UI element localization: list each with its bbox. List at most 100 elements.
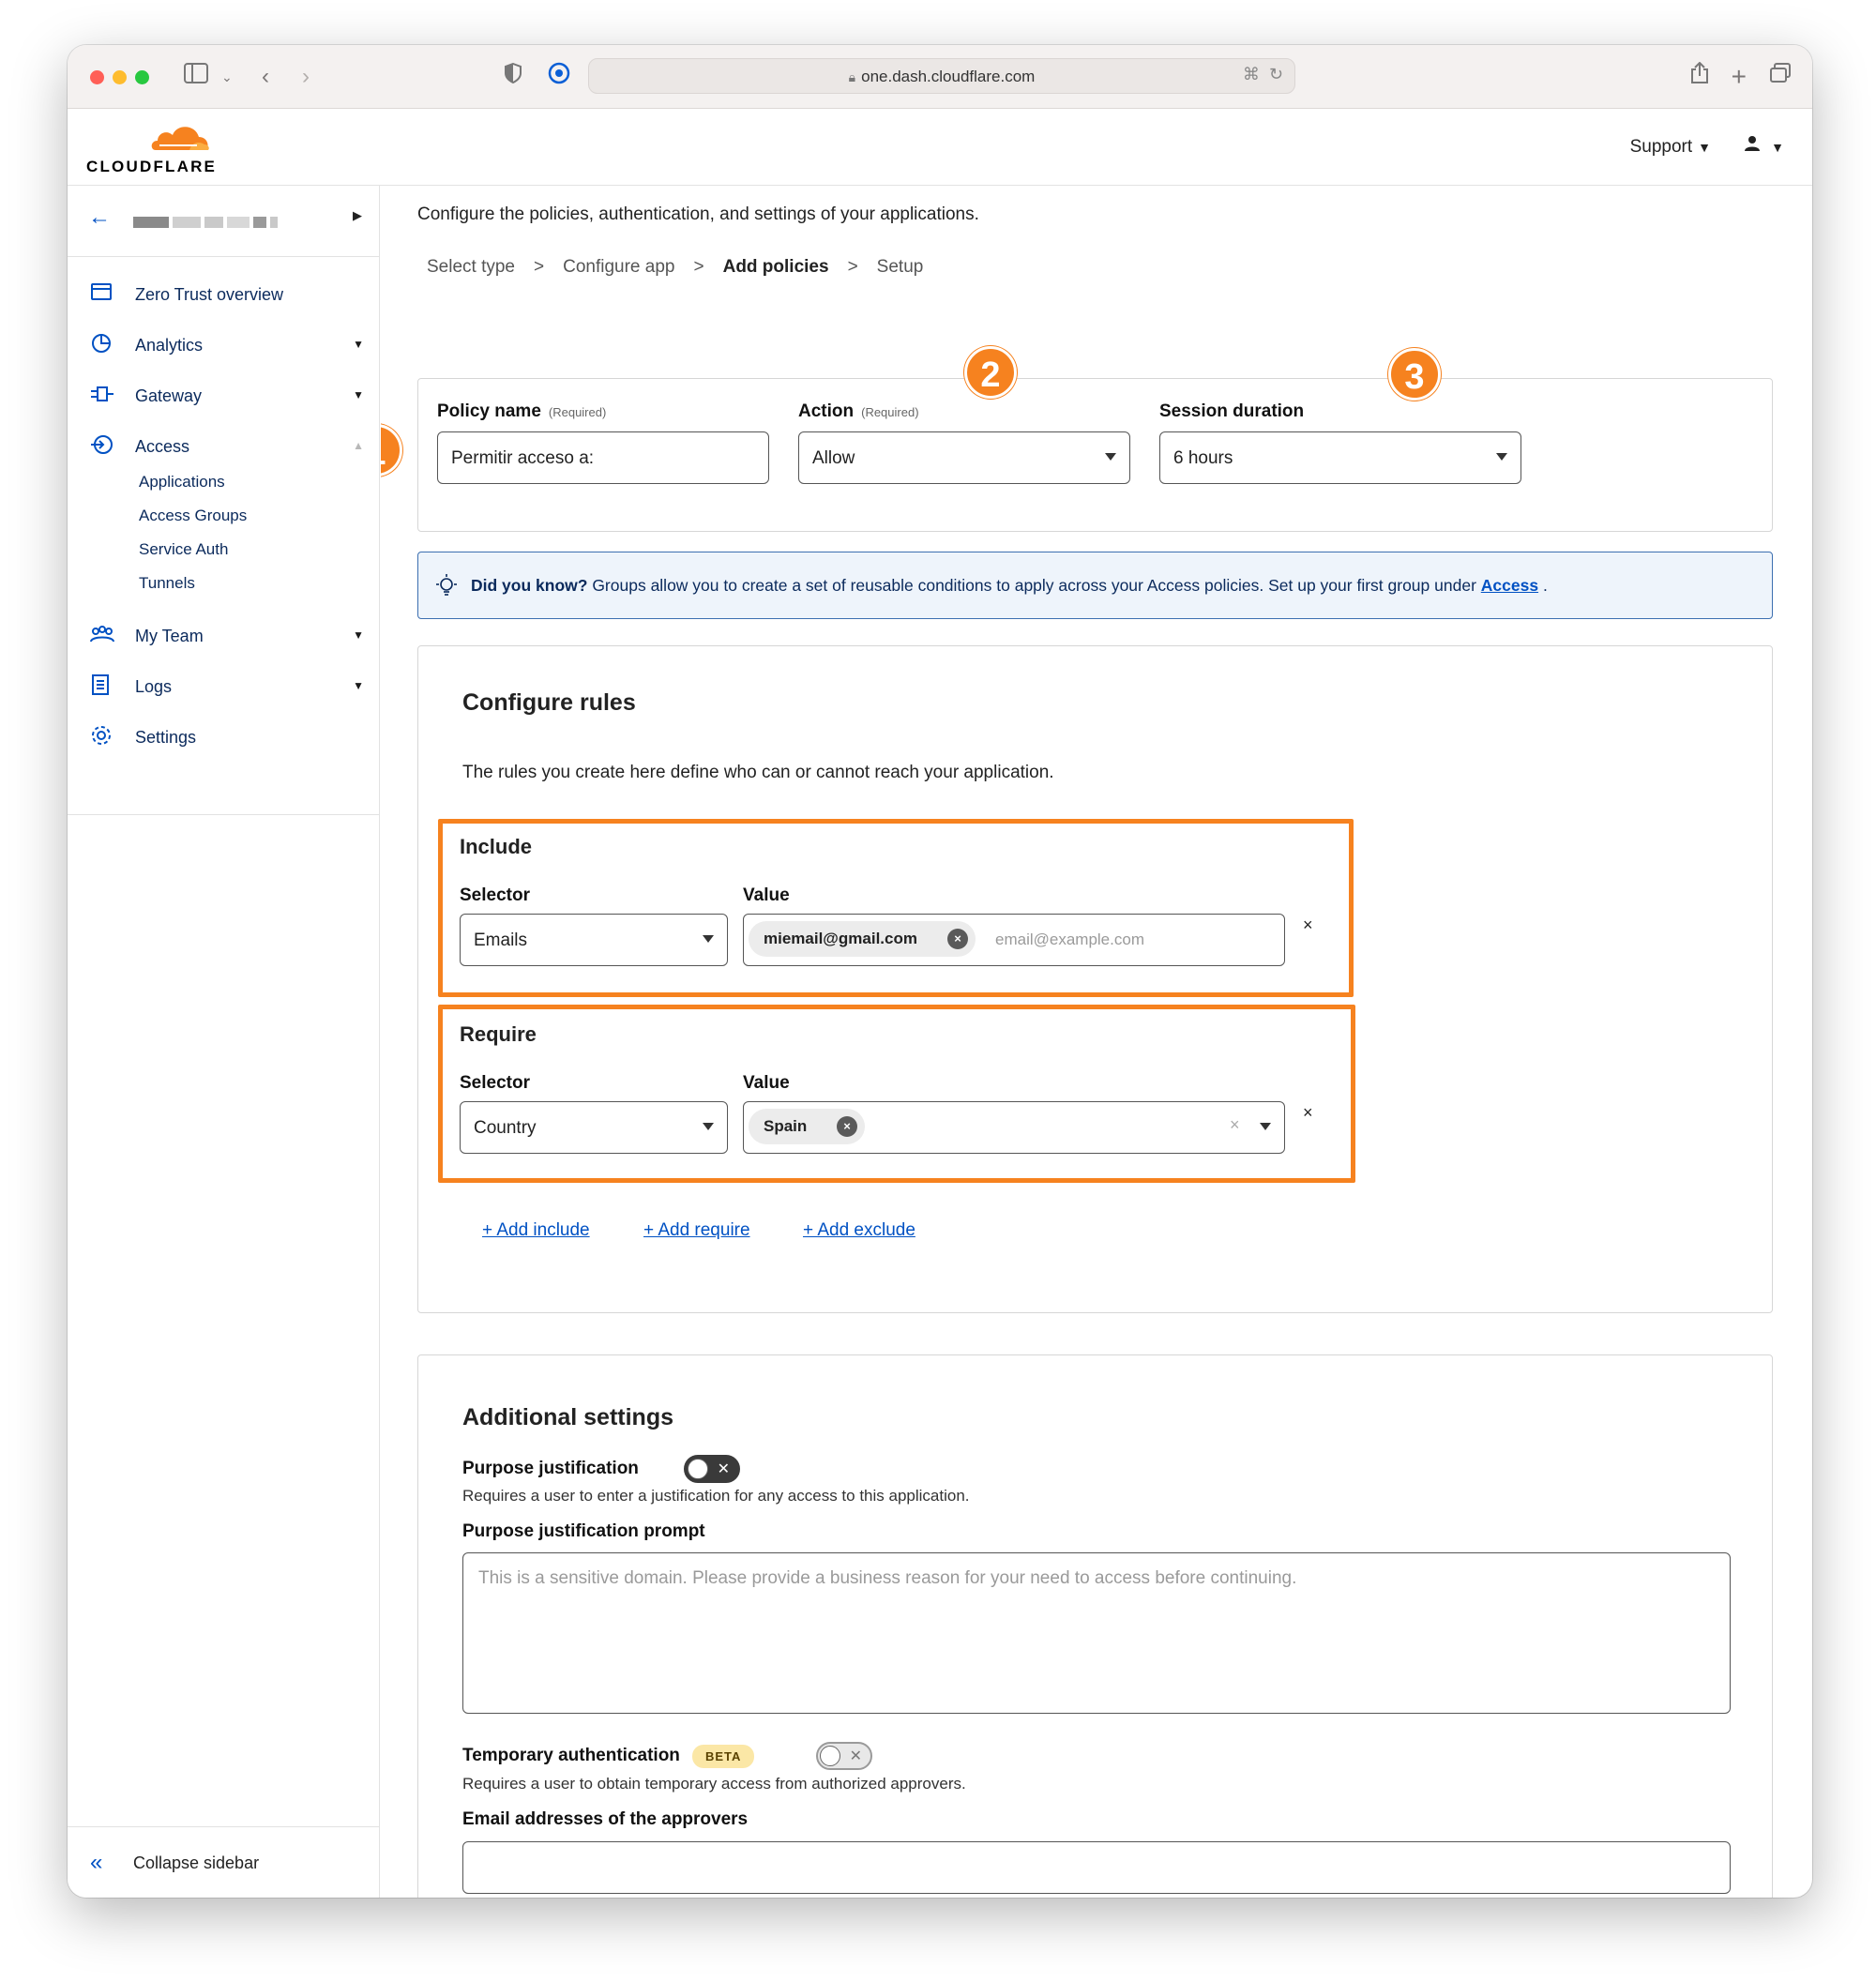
toggle-knob bbox=[688, 1459, 708, 1479]
account-switcher[interactable]: ← ▶ bbox=[68, 186, 379, 257]
page-description: Configure the policies, authentication, … bbox=[417, 204, 979, 224]
new-tab-icon[interactable]: + bbox=[1732, 62, 1747, 92]
sidebar-item-label: Analytics bbox=[135, 336, 204, 355]
require-rule: Require Selector Value Country Spain × ×… bbox=[438, 1005, 1355, 1183]
policy-name-input[interactable]: Permitir acceso a: bbox=[437, 431, 769, 484]
back-arrow-icon[interactable]: ← bbox=[88, 204, 111, 231]
share-icon[interactable] bbox=[1690, 61, 1709, 93]
sidebar-item-analytics[interactable]: Analytics ▼ bbox=[68, 326, 379, 364]
purpose-justification-help: Requires a user to enter a justification… bbox=[462, 1487, 970, 1505]
policy-name-label: Policy name (Required) bbox=[437, 401, 606, 422]
reload-icon[interactable]: ↻ bbox=[1269, 65, 1283, 83]
chevron-down-icon[interactable]: ⌄ bbox=[221, 62, 233, 92]
caret-down-icon bbox=[703, 935, 714, 943]
sidebar-item-zero-trust-overview[interactable]: Zero Trust overview bbox=[68, 276, 379, 313]
purpose-prompt-textarea[interactable]: This is a sensitive domain. Please provi… bbox=[462, 1552, 1731, 1714]
sidebar-toggle-icon[interactable] bbox=[184, 62, 208, 92]
clear-value-icon[interactable]: × bbox=[1230, 1115, 1240, 1135]
remove-require-icon[interactable]: × bbox=[1303, 1103, 1313, 1123]
minimize-window-button[interactable] bbox=[113, 70, 127, 84]
x-icon: ✕ bbox=[849, 1748, 862, 1764]
remove-chip-icon[interactable]: × bbox=[947, 929, 968, 949]
translate-icon[interactable]: ⌘ bbox=[1243, 65, 1260, 83]
purpose-prompt-label: Purpose justification prompt bbox=[462, 1521, 705, 1541]
value-chip: miemail@gmail.com × bbox=[749, 921, 976, 957]
additional-settings-title: Additional settings bbox=[462, 1404, 673, 1430]
remove-chip-icon[interactable]: × bbox=[837, 1116, 857, 1137]
breadcrumb-select-type[interactable]: Select type bbox=[427, 257, 515, 278]
temporary-auth-toggle[interactable]: ✕ bbox=[816, 1742, 872, 1770]
pie-chart-icon bbox=[90, 332, 114, 356]
breadcrumb-separator: > bbox=[534, 257, 545, 277]
approvers-input[interactable] bbox=[462, 1841, 1731, 1894]
collapse-sidebar-label: Collapse sidebar bbox=[133, 1853, 260, 1872]
step-badge-3: 3 bbox=[1388, 348, 1441, 401]
include-selector-select[interactable]: Emails bbox=[460, 914, 728, 966]
add-include-link[interactable]: + Add include bbox=[482, 1220, 590, 1241]
breadcrumb-setup[interactable]: Setup bbox=[877, 257, 924, 278]
logo-wordmark: CLOUDFLARE bbox=[86, 158, 218, 175]
include-title: Include bbox=[460, 835, 533, 858]
action-label-text: Action bbox=[798, 401, 855, 421]
sidebar-item-settings[interactable]: Settings bbox=[68, 719, 379, 756]
sidebar-item-label: Zero Trust overview bbox=[135, 285, 284, 304]
add-require-link[interactable]: + Add require bbox=[643, 1220, 750, 1241]
configure-rules-title: Configure rules bbox=[462, 689, 636, 716]
support-menu[interactable]: Support ▼ bbox=[1630, 137, 1711, 158]
forward-arrow-icon[interactable]: › bbox=[302, 62, 310, 92]
session-duration-select[interactable]: 6 hours bbox=[1159, 431, 1521, 484]
session-duration-label: Session duration bbox=[1159, 401, 1305, 421]
include-selector-value: Emails bbox=[474, 930, 528, 950]
require-selector-value: Country bbox=[474, 1118, 537, 1138]
lightbulb-icon bbox=[433, 573, 460, 599]
sidebar-subitem-applications[interactable]: Applications bbox=[139, 473, 225, 492]
sidebar-item-logs[interactable]: Logs ▼ bbox=[68, 668, 379, 705]
sidebar-subitem-service-auth[interactable]: Service Auth bbox=[139, 540, 228, 559]
tip-text: Did you know? Groups allow you to create… bbox=[471, 576, 1548, 596]
sidebar-subitem-access-groups[interactable]: Access Groups bbox=[139, 507, 247, 525]
access-link[interactable]: Access bbox=[1481, 576, 1538, 595]
value-chip: Spain × bbox=[749, 1109, 865, 1144]
selector-label: Selector bbox=[460, 1073, 530, 1093]
beta-badge: BETA bbox=[692, 1745, 755, 1768]
collapse-sidebar-button[interactable]: « Collapse sidebar bbox=[68, 1826, 379, 1898]
purpose-justification-toggle[interactable]: ✕ bbox=[684, 1455, 740, 1483]
remove-include-icon[interactable]: × bbox=[1303, 915, 1313, 935]
close-window-button[interactable] bbox=[90, 70, 104, 84]
sidebar-subitem-tunnels[interactable]: Tunnels bbox=[139, 574, 195, 593]
tip-end: . bbox=[1538, 576, 1548, 595]
maximize-window-button[interactable] bbox=[135, 70, 149, 84]
access-icon bbox=[90, 433, 114, 458]
tab-overview-icon[interactable] bbox=[1769, 62, 1792, 92]
require-value-select[interactable]: Spain × × bbox=[743, 1101, 1285, 1154]
add-exclude-link[interactable]: + Add exclude bbox=[803, 1220, 915, 1241]
chevron-down-icon: ▼ bbox=[353, 388, 364, 401]
main-content: Configure the policies, authentication, … bbox=[381, 186, 1812, 1898]
require-title: Require bbox=[460, 1022, 537, 1046]
sidebar-item-my-team[interactable]: My Team ▼ bbox=[68, 617, 379, 655]
user-icon bbox=[1744, 136, 1766, 157]
include-value-input[interactable]: miemail@gmail.com × email@example.com bbox=[743, 914, 1285, 966]
require-selector-select[interactable]: Country bbox=[460, 1101, 728, 1154]
action-select[interactable]: Allow bbox=[798, 431, 1130, 484]
sidebar-item-label: Access bbox=[135, 437, 190, 456]
gear-icon bbox=[90, 724, 114, 749]
breadcrumb-separator: > bbox=[847, 257, 858, 277]
x-icon: ✕ bbox=[717, 1461, 730, 1477]
cloud-logo-icon bbox=[151, 127, 209, 150]
gateway-icon bbox=[90, 383, 114, 407]
caret-down-icon: ▼ bbox=[1698, 140, 1711, 155]
breadcrumb-configure-app[interactable]: Configure app bbox=[563, 257, 674, 278]
cloudflare-logo[interactable]: CLOUDFLARE bbox=[86, 120, 227, 176]
back-arrow-icon[interactable]: ‹ bbox=[262, 62, 269, 92]
sidebar-item-access[interactable]: Access ▲ bbox=[68, 428, 379, 465]
shield-icon[interactable] bbox=[504, 62, 522, 92]
user-menu[interactable]: ▼ bbox=[1744, 135, 1784, 158]
app-header: CLOUDFLARE Support ▼ ▼ bbox=[68, 109, 1812, 186]
chevron-up-icon: ▲ bbox=[353, 439, 364, 452]
sidebar-item-gateway[interactable]: Gateway ▼ bbox=[68, 377, 379, 415]
chip-label: Spain bbox=[764, 1117, 808, 1135]
required-tag: (Required) bbox=[861, 405, 919, 419]
password-extension-icon[interactable] bbox=[548, 62, 570, 93]
address-bar[interactable]: 🔒︎ one.dash.cloudflare.com ⌘ ↻ bbox=[588, 58, 1295, 94]
